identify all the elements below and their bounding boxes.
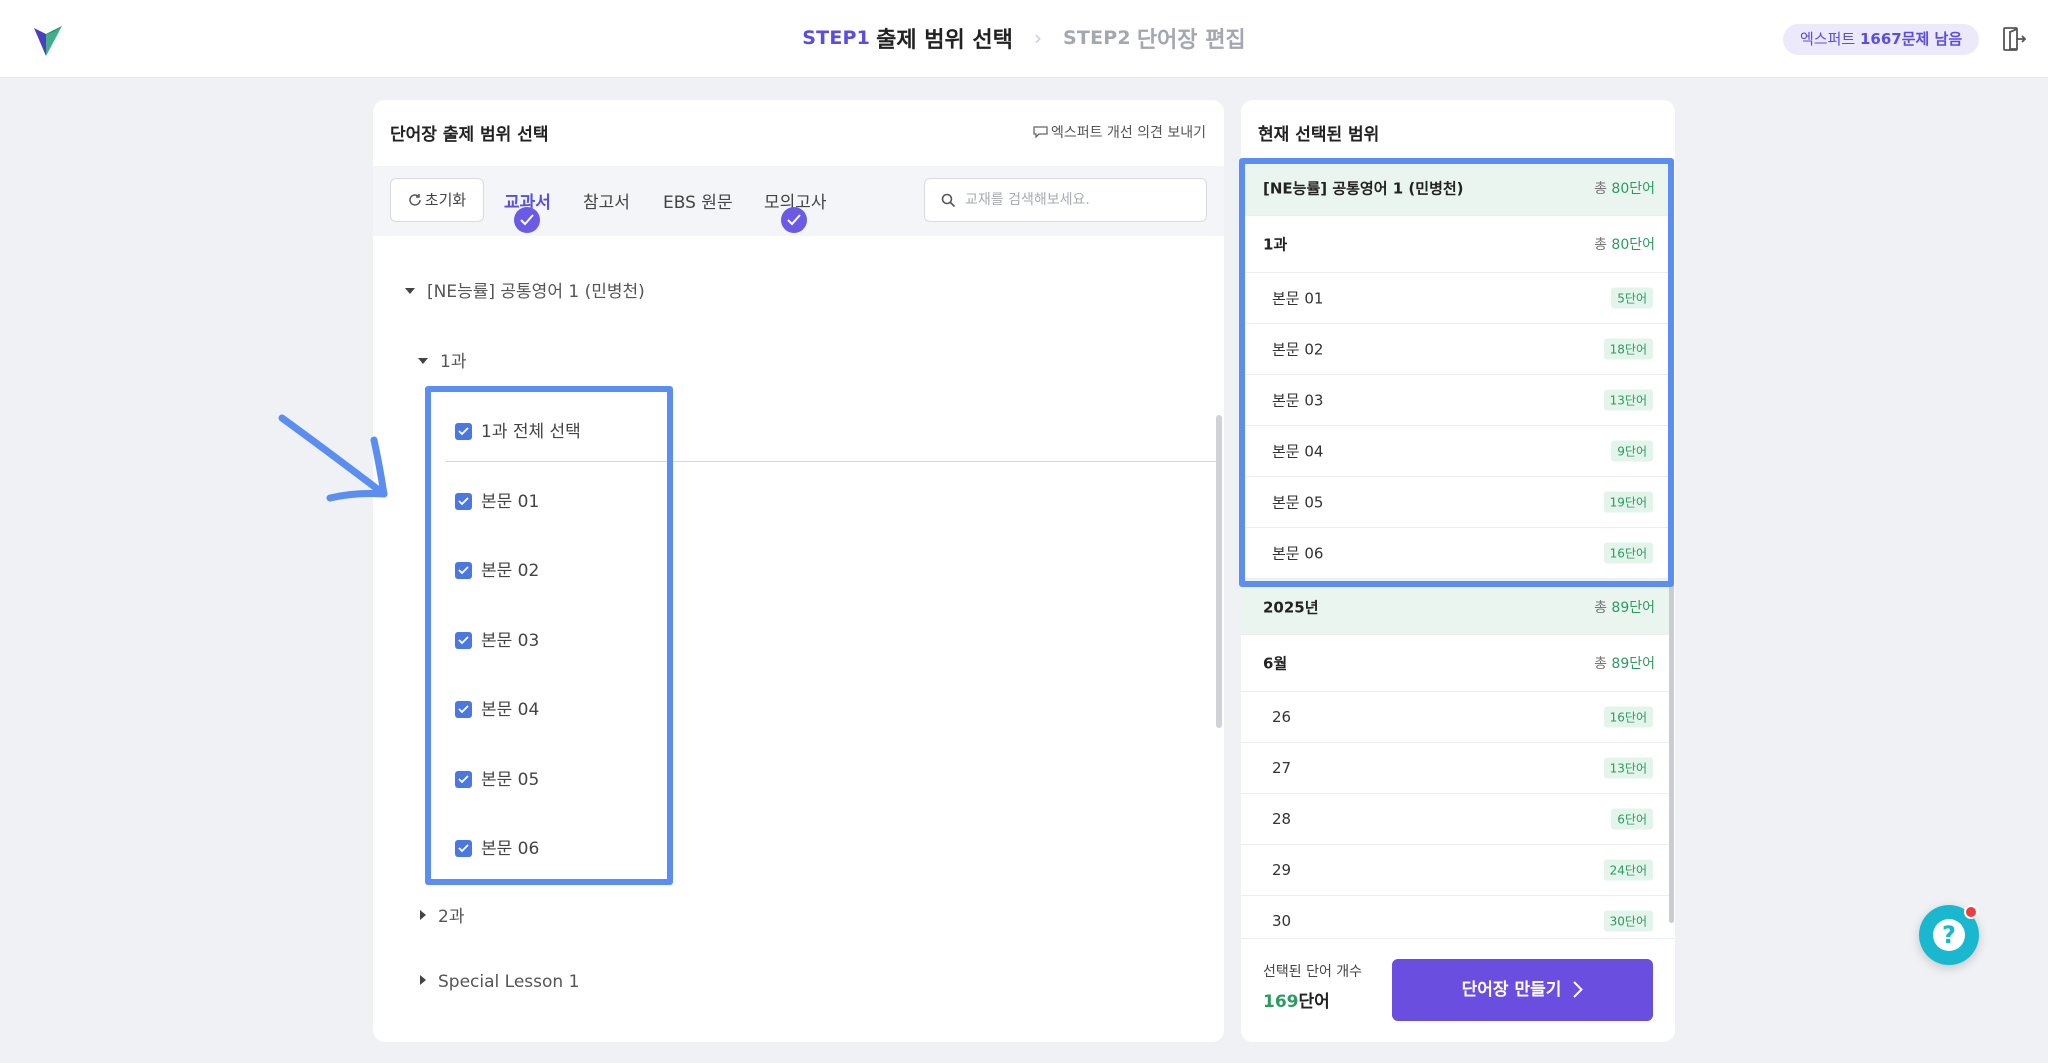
tree-lesson-node[interactable]: 1과 bbox=[418, 347, 466, 372]
refresh-icon bbox=[409, 194, 421, 206]
remaining-questions-badge: 엑스퍼트 1667문제 남음 bbox=[1783, 24, 1980, 55]
chevron-right-icon bbox=[1573, 981, 1584, 998]
reset-button[interactable]: 초기화 bbox=[390, 178, 484, 222]
tree-lesson2-node[interactable]: 2과 bbox=[420, 902, 464, 927]
caret-down-icon bbox=[418, 358, 428, 364]
logout-icon[interactable] bbox=[2002, 26, 2026, 52]
total-prefix: 총 bbox=[1594, 599, 1612, 616]
annotation-arrow-icon bbox=[278, 414, 388, 502]
total-prefix: 총 bbox=[1594, 656, 1612, 672]
item-name: 28 bbox=[1272, 810, 1292, 828]
notification-dot bbox=[1964, 905, 1978, 919]
question-mark-icon: ? bbox=[1933, 919, 1965, 951]
caret-right-icon bbox=[420, 975, 426, 985]
tree-book-node[interactable]: [NE능률] 공통영어 1 (민병천) bbox=[405, 277, 645, 302]
group-row[interactable]: 2025년 총 89단어 bbox=[1241, 579, 1669, 635]
lesson-total: 총 89단어 bbox=[1594, 653, 1655, 673]
group-name: 2025년 bbox=[1263, 598, 1319, 616]
tab-ebs[interactable]: EBS 원문 bbox=[663, 188, 733, 213]
caret-down-icon bbox=[405, 288, 415, 294]
chevron-right-icon: › bbox=[1033, 26, 1042, 50]
tree-special-label: Special Lesson 1 bbox=[438, 972, 580, 992]
selected-count-unit: 단어 bbox=[1298, 992, 1330, 1012]
item-name: 30 bbox=[1272, 912, 1292, 930]
item-name: 26 bbox=[1272, 708, 1292, 726]
panel-title: 현재 선택된 범위 bbox=[1258, 125, 1380, 145]
list-item[interactable]: 29 24단어 bbox=[1241, 845, 1669, 896]
selected-count: 169단어 bbox=[1263, 987, 1330, 1012]
create-wordbook-label: 단어장 만들기 bbox=[1461, 980, 1562, 1000]
search-icon bbox=[941, 193, 956, 208]
item-name: 29 bbox=[1272, 861, 1292, 879]
selection-footer: 선택된 단어 개수 169단어 단어장 만들기 bbox=[1241, 938, 1675, 1042]
item-name: 27 bbox=[1272, 759, 1292, 777]
lesson-row[interactable]: 6월 총 89단어 bbox=[1241, 635, 1669, 692]
top-bar: STEP1 출제 범위 선택 › STEP2 단어장 편집 엑스퍼트 1667문제 … bbox=[0, 0, 2048, 78]
annotation-highlight-box bbox=[425, 386, 673, 885]
tree-lesson-label: 1과 bbox=[440, 352, 467, 372]
word-count-badge: 6단어 bbox=[1611, 808, 1653, 830]
create-wordbook-button[interactable]: 단어장 만들기 bbox=[1392, 959, 1653, 1021]
tree-lesson2-label: 2과 bbox=[438, 907, 465, 927]
list-item[interactable]: 28 6단어 bbox=[1241, 794, 1669, 845]
check-circle-icon bbox=[781, 207, 807, 233]
reset-label: 초기화 bbox=[424, 191, 467, 209]
help-chat-button[interactable]: ? bbox=[1919, 905, 1979, 965]
remaining-prefix: 엑스퍼트 bbox=[1800, 30, 1860, 48]
feedback-link[interactable]: 엑스퍼트 개선 의견 보내기 bbox=[1033, 122, 1206, 142]
selected-count-value: 169 bbox=[1263, 992, 1299, 1012]
speech-bubble-icon bbox=[1033, 126, 1048, 138]
group-total: 총 89단어 bbox=[1594, 597, 1655, 617]
lesson-name: 6월 bbox=[1263, 654, 1288, 673]
word-count-badge: 30단어 bbox=[1603, 910, 1653, 932]
list-item[interactable]: 27 13단어 bbox=[1241, 743, 1669, 794]
word-count-badge: 13단어 bbox=[1603, 757, 1653, 779]
word-count-badge: 24단어 bbox=[1603, 859, 1653, 881]
feedback-label: 엑스퍼트 개선 의견 보내기 bbox=[1050, 125, 1206, 141]
list-item[interactable]: 26 16단어 bbox=[1241, 692, 1669, 743]
panel-title: 단어장 출제 범위 선택 bbox=[390, 125, 549, 145]
step1-title: 출제 범위 선택 bbox=[876, 28, 1013, 53]
scrollbar[interactable] bbox=[1216, 415, 1222, 728]
step2-title: 단어장 편집 bbox=[1136, 28, 1246, 53]
tab-reference-book[interactable]: 참고서 bbox=[583, 188, 630, 213]
tree-book-label: [NE능률] 공통영어 1 (민병천) bbox=[427, 282, 645, 302]
search-input[interactable] bbox=[965, 189, 1195, 211]
total-value: 89단어 bbox=[1611, 599, 1655, 616]
step-indicator: STEP1 출제 범위 선택 › STEP2 단어장 편집 bbox=[0, 22, 2048, 54]
annotation-highlight-box bbox=[1239, 158, 1674, 587]
check-circle-icon bbox=[514, 207, 540, 233]
step1-tag: STEP1 bbox=[802, 27, 871, 49]
tree-special-node[interactable]: Special Lesson 1 bbox=[420, 972, 579, 992]
remaining-value: 1667문제 남음 bbox=[1859, 30, 1963, 48]
step2-tag: STEP2 bbox=[1063, 27, 1131, 49]
word-count-badge: 16단어 bbox=[1603, 706, 1653, 728]
caret-right-icon bbox=[420, 910, 426, 920]
selected-count-label: 선택된 단어 개수 bbox=[1263, 964, 1363, 980]
total-value: 89단어 bbox=[1611, 656, 1655, 672]
search-box bbox=[924, 178, 1207, 222]
filter-bar: 초기화 교과서 참고서 EBS 원문 모의고사 bbox=[373, 166, 1224, 236]
